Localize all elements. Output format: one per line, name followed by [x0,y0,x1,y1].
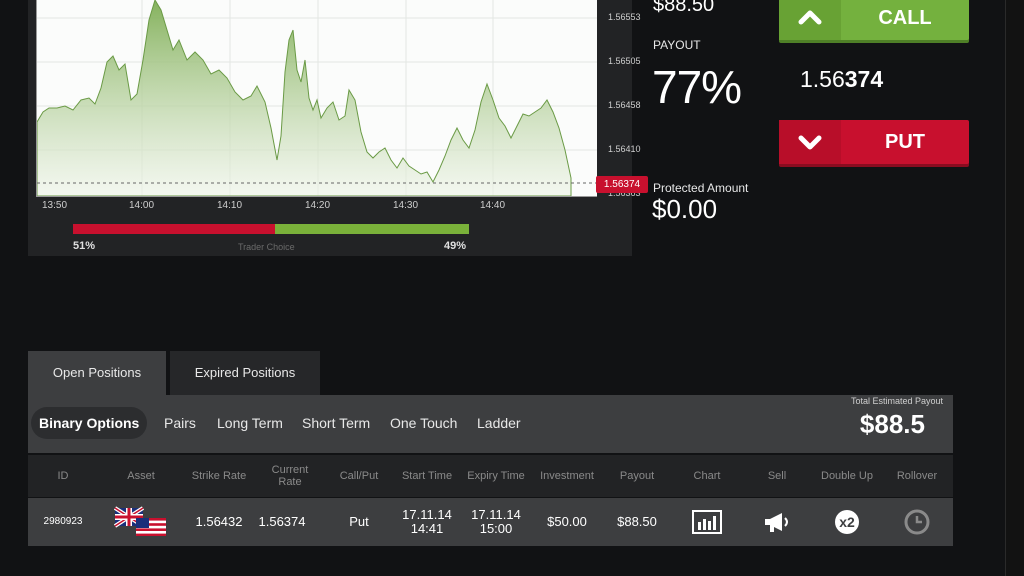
payout-value: 77% [652,61,742,113]
col-sell: Sell [767,470,787,482]
col-expiry-time: Expiry Time [467,470,525,482]
start-date: 17.11.14 [402,507,452,522]
filter-short-term[interactable]: Short Term [302,407,370,439]
col-start-time: Start Time [401,470,453,482]
x-tick: 14:40 [480,200,506,211]
bar-chart-icon[interactable] [672,498,742,546]
strike-rate: 1.56432 [195,514,243,529]
current-rate-cell: 1.56374 [258,514,306,529]
price-chart-svg [36,0,597,197]
price-chart[interactable] [36,0,597,197]
col-investment: Investment [540,470,594,482]
price-area [36,0,572,197]
x-tick: 14:00 [129,200,155,211]
x-tick: 14:30 [393,200,419,211]
rollover-clock-icon[interactable] [882,498,952,546]
start-clock: 14:41 [410,521,444,536]
trade-actions: CALL 1.56374 PUT [776,0,972,256]
call-label: CALL [878,7,932,29]
trade-info: $88.50 PAYOUT 77% Protected Amount $0.00 [640,0,770,256]
col-double-up: Double Up [821,470,873,482]
total-payout-label: Total Estimated Payout [850,396,943,406]
y-axis-labels: 1.56553 1.56505 1.56458 1.56410 1.56363 [600,0,644,200]
total-payout-value: $88.5 [859,409,925,439]
x-tick: 14:10 [217,200,243,211]
expiry-date: 17.11.14 [471,507,521,522]
col-chart: Chart [693,470,721,482]
put-button[interactable]: PUT [779,120,969,164]
current-rate: 1.56374 [800,66,883,93]
tab-open-positions[interactable]: Open Positions [28,351,166,395]
filter-binary-options[interactable]: Binary Options [31,407,148,439]
filter-long-term[interactable]: Long Term [217,407,283,439]
megaphone-icon[interactable] [742,498,812,546]
x-tick: 13:50 [42,200,68,211]
y-tick: 1.56505 [608,56,641,66]
positions-table-header: ID Asset Strike Rate Current Rate Call/P… [28,455,953,497]
trader-choice-label: Trader Choice [238,242,295,252]
table-row[interactable]: 2980923 1.56432 1.56374 Put 17.11.14 14:… [28,498,953,546]
sentiment-bar [73,224,469,234]
put-percentage: 51% [73,240,96,252]
chart-panel: 1.56553 1.56505 1.56458 1.56410 1.56363 … [28,0,648,256]
svg-text:x2: x2 [839,514,855,530]
x-axis-labels: 13:50 14:00 14:10 14:20 14:30 14:40 [28,200,632,214]
window-edge [1005,0,1024,576]
protected-amount-value: $0.00 [652,194,718,224]
start-time-cell: 17.11.14 14:41 [392,498,462,546]
payout-label: PAYOUT [653,38,701,52]
rate-prefix: 1.56 [800,66,845,92]
col-call-put: Call/Put [339,470,379,482]
gbp-usd-flags-icon [106,498,176,546]
col-payout: Payout [619,470,655,482]
col-current-rate: Current Rate [271,464,309,488]
col-asset: Asset [127,470,155,482]
double-up-icon[interactable]: x2 [812,498,882,546]
filter-ladder[interactable]: Ladder [477,407,521,439]
expiry-time-cell: 17.11.14 15:00 [462,498,530,546]
filter-pairs[interactable]: Pairs [164,407,196,439]
chevron-down-icon [779,120,841,164]
investment-amount: $88.50 [653,0,715,16]
filter-bar: Binary Options Pairs Long Term Short Ter… [28,395,953,453]
rate-bold: 374 [844,66,884,92]
investment-cell: $50.00 [547,514,587,529]
filter-one-touch[interactable]: One Touch [390,407,457,439]
tab-expired-positions[interactable]: Expired Positions [170,351,320,395]
col-rollover: Rollover [896,470,938,482]
y-tick: 1.56553 [608,12,641,22]
x-tick: 14:20 [305,200,331,211]
protected-amount-label: Protected Amount [653,181,749,195]
sentiment-put-fill [73,224,275,234]
col-strike-rate: Strike Rate [191,470,247,482]
trading-screen: 1.56553 1.56505 1.56458 1.56410 1.56363 … [0,0,1024,576]
expiry-clock: 15:00 [479,521,513,536]
call-put-cell: Put [349,514,369,529]
position-id: 2980923 [43,516,83,527]
payout-cell: $88.50 [617,514,657,529]
chevron-up-icon [779,0,841,40]
y-tick: 1.56410 [608,144,641,154]
call-button[interactable]: CALL [779,0,969,40]
y-tick: 1.56458 [608,100,641,110]
put-label: PUT [885,131,925,153]
call-percentage: 49% [444,240,467,252]
col-id: ID [57,470,69,482]
